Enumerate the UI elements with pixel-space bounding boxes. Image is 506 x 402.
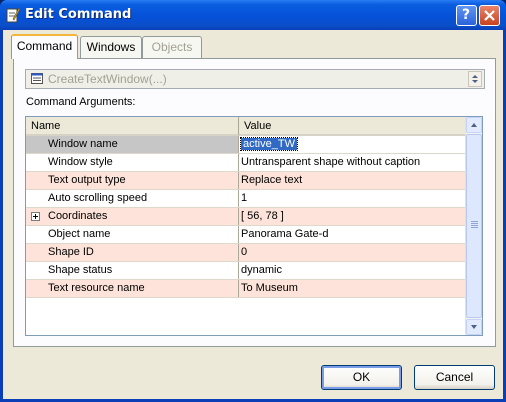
arg-value[interactable]: Untransparent shape without caption xyxy=(239,154,468,171)
grip-line xyxy=(471,227,478,228)
table-row[interactable]: Shape ID 0 xyxy=(26,244,466,262)
edit-document-icon xyxy=(6,7,20,23)
arg-value-field[interactable]: active_TW xyxy=(239,136,468,153)
arg-name: Shape status xyxy=(26,262,239,279)
arg-name: Auto scrolling speed xyxy=(26,190,239,207)
table-row[interactable]: Object name Panorama Gate-d xyxy=(26,226,466,244)
vertical-scrollbar[interactable] xyxy=(465,117,482,335)
arg-value[interactable]: Panorama Gate-d xyxy=(239,226,468,243)
grip-line xyxy=(471,221,478,222)
arguments-grid[interactable]: Name Value Window name active_TW Window … xyxy=(25,116,483,336)
arg-name: Window style xyxy=(26,154,239,171)
expand-plus-icon[interactable] xyxy=(31,212,40,221)
table-row[interactable]: Shape status dynamic xyxy=(26,262,466,280)
tab-windows[interactable]: Windows xyxy=(80,36,142,58)
arg-name: Shape ID xyxy=(26,244,239,261)
table-row[interactable]: Window style Untransparent shape without… xyxy=(26,154,466,172)
window-title: Edit Command xyxy=(25,7,132,22)
ok-button[interactable]: OK xyxy=(321,365,402,390)
cancel-button[interactable]: Cancel xyxy=(414,365,495,390)
close-button[interactable] xyxy=(479,5,500,26)
arg-name: Window name xyxy=(26,136,239,153)
title-bar[interactable]: Edit Command ? xyxy=(0,0,506,30)
table-row[interactable]: Text output type Replace text xyxy=(26,172,466,190)
arg-value[interactable]: To Museum xyxy=(239,280,468,297)
help-button[interactable]: ? xyxy=(456,5,477,26)
arg-value-text[interactable]: active_TW xyxy=(240,137,298,151)
table-row[interactable]: Text resource name To Museum xyxy=(26,280,466,298)
tab-objects: Objects xyxy=(142,36,202,58)
command-select-value: CreateTextWindow(...) xyxy=(48,72,167,86)
table-row[interactable]: Auto scrolling speed 1 xyxy=(26,190,466,208)
command-arguments-label: Command Arguments: xyxy=(26,96,136,108)
arg-name: Object name xyxy=(26,226,239,243)
table-row[interactable]: Window name active_TW xyxy=(26,136,466,154)
column-header-name[interactable]: Name xyxy=(26,117,239,136)
command-list-icon xyxy=(31,73,43,84)
arg-name: Text resource name xyxy=(26,280,239,297)
help-icon: ? xyxy=(462,7,471,23)
spinner-icon[interactable] xyxy=(468,71,482,87)
arrow-up-icon xyxy=(471,123,477,127)
arg-value[interactable]: [ 56, 78 ] xyxy=(239,208,468,225)
arg-name: Coordinates xyxy=(26,208,239,225)
arg-value[interactable]: 0 xyxy=(239,244,468,261)
arg-name: Text output type xyxy=(26,172,239,189)
arg-value[interactable]: 1 xyxy=(239,190,468,207)
arg-value[interactable]: dynamic xyxy=(239,262,468,279)
arrow-down-icon xyxy=(471,325,477,329)
arg-name-text: Coordinates xyxy=(48,210,108,222)
arg-value[interactable]: Replace text xyxy=(239,172,468,189)
scroll-down-button[interactable] xyxy=(466,319,482,335)
scroll-up-button[interactable] xyxy=(466,117,482,133)
column-header-value[interactable]: Value xyxy=(239,117,466,136)
scroll-thumb[interactable] xyxy=(466,134,482,318)
tab-command[interactable]: Command xyxy=(11,34,78,59)
table-row[interactable]: Coordinates [ 56, 78 ] xyxy=(26,208,466,226)
grip-line xyxy=(471,225,478,226)
edit-command-dialog: Edit Command ? Command Windows Objects C… xyxy=(0,0,506,402)
grid-header: Name Value xyxy=(26,117,466,136)
grid-rows: Window name active_TW Window style Untra… xyxy=(26,136,466,298)
close-icon xyxy=(484,10,495,21)
command-select[interactable]: CreateTextWindow(...) xyxy=(25,69,485,89)
grip-line xyxy=(471,223,478,224)
